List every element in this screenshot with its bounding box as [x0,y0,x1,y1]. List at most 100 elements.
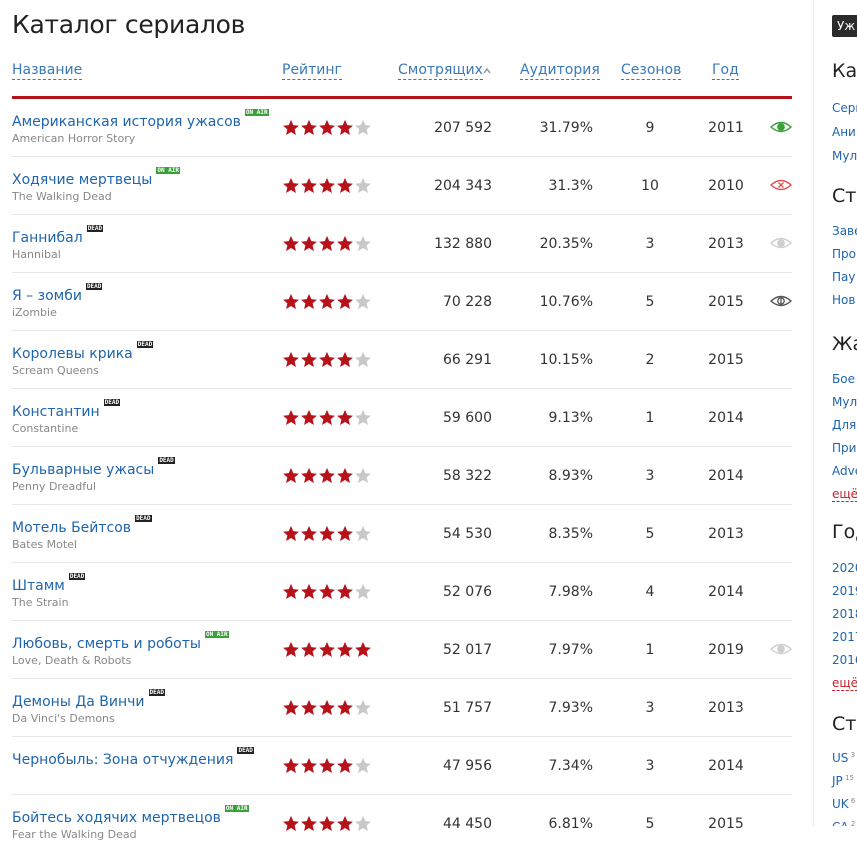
show-title-link[interactable]: Чернобыль: Зона отчуждения [12,752,233,768]
column-header-name[interactable]: Название [12,62,83,80]
column-header-rating[interactable]: Рейтинг [282,62,342,80]
seasons-count: 2 [645,352,655,368]
show-title-link[interactable]: Мотель Бейтсов [12,520,131,536]
star-icon [301,351,317,368]
sidebar-filter-label: Мул [832,149,857,163]
sidebar-section-heading: Год [832,521,857,543]
star-icon [319,699,335,716]
sidebar-filter-label: 2020 [832,561,857,575]
seasons-count: 3 [645,758,655,774]
release-year: 2011 [708,120,744,136]
star-icon [355,235,371,252]
show-title-link[interactable]: Бульварные ужасы [12,462,154,478]
star-icon [319,235,335,252]
sidebar-filter-link[interactable]: JP 15 [832,774,854,788]
sidebar-filter-link[interactable]: 2018 [832,607,857,621]
sort-ascending-icon[interactable] [483,67,491,75]
rating-stars [282,583,372,601]
show-title-link[interactable]: Я – зомби [12,288,82,304]
audience-percent: 8.35% [548,526,593,542]
sidebar-filter-label: 2017 [832,630,857,644]
sidebar-filter-link[interactable]: 2019 [832,584,857,598]
sidebar-filter-link[interactable]: UK 6 [832,797,855,811]
show-title-link[interactable]: Демоны Да Винчи [12,694,145,710]
show-name-cell: Демоны Да ВинчиDEAD Da Vinci's Demons [12,689,282,725]
seasons-count: 9 [645,120,655,136]
sidebar-filter-link[interactable]: CA 2 [832,820,855,826]
sidebar-filter-link[interactable]: При [832,441,856,455]
audience-percent: 10.76% [539,294,593,310]
star-icon [283,409,299,426]
table-row: Бульварные ужасы DEAD Penny Dreadful 58 322… [12,447,792,505]
seasons-count: 3 [645,700,655,716]
seasons-count: 3 [645,236,655,252]
sidebar-filter-label: Мул [832,395,857,409]
sidebar-filter-label: Ани [832,125,856,139]
release-year: 2019 [708,642,744,658]
rating-stars [282,467,372,485]
rating-stars [282,293,372,311]
column-header-viewers[interactable]: Смотрящих [398,62,483,80]
star-icon [283,177,299,194]
sidebar-filter-link[interactable]: Пау [832,270,855,284]
eye-icon[interactable] [770,236,792,250]
sidebar-filter-link[interactable]: Adve [832,464,857,478]
sidebar-filter-link[interactable]: Мул [832,149,857,163]
column-header-seasons[interactable]: Сезонов [621,62,682,80]
sidebar-filter-link[interactable]: 2016 [832,653,857,667]
star-icon [337,235,353,252]
sidebar-filter-link[interactable]: Мул [832,395,857,409]
show-original-title: iZombie [12,306,57,319]
viewers-count: 70 228 [443,294,492,310]
status-badge: DEAD [158,457,175,464]
sidebar-filter-link[interactable]: Бое [832,372,855,386]
audience-percent: 31.3% [548,178,593,194]
eye-icon[interactable] [770,178,792,192]
star-icon [337,583,353,600]
release-year: 2013 [708,700,744,716]
sidebar-filter-link[interactable]: 2017 [832,630,857,644]
show-title-link[interactable]: Ганнибал [12,230,83,246]
show-title-link[interactable]: Константин [12,404,100,420]
eye-icon[interactable] [770,120,792,134]
show-title-link[interactable]: Штамм [12,578,65,594]
show-title-link[interactable]: Американская история ужасов [12,114,241,130]
sidebar-filter-label: Бое [832,372,855,386]
sidebar-filter-link[interactable]: Сери [832,101,857,115]
sidebar-filter-link[interactable]: 2020 [832,561,857,575]
sidebar-filter-count: 15 [842,774,854,782]
sidebar-show-more-link[interactable]: ещё [832,676,857,691]
column-header-year[interactable]: Год [712,62,739,80]
star-icon [355,177,371,194]
sidebar-filter-link[interactable]: Нов [832,293,855,307]
show-name-cell: Королевы крикаDEAD Scream Queens [12,341,282,377]
star-icon [283,583,299,600]
rating-stars [282,235,372,253]
star-icon [355,119,371,136]
sidebar-filter-count: 3 [848,751,856,759]
star-icon [319,641,335,658]
eye-icon[interactable] [770,294,792,308]
sidebar-filter-link[interactable]: Ани [832,125,856,139]
sidebar-filter-link[interactable]: Про [832,247,856,261]
show-title-link[interactable]: Бойтесь ходячих мертвецов [12,810,221,826]
sidebar-show-more-link[interactable]: ещё [832,487,857,502]
table-row: Американская история ужасовON AIR America… [12,99,792,157]
viewers-count: 207 592 [434,120,492,136]
sidebar-filter-link[interactable]: Заве [832,224,857,238]
sidebar-filter-label: Нов [832,293,856,307]
star-icon [301,409,317,426]
rating-stars [282,757,372,775]
sidebar-filter-link[interactable]: US 3 [832,751,855,765]
show-title-link[interactable]: Любовь, смерть и роботы [12,636,201,652]
show-title-link[interactable]: Королевы крика [12,346,133,362]
show-title-link[interactable]: Ходячие мертвецы [12,172,152,188]
sidebar-filter-link[interactable]: Для [832,418,856,432]
star-icon [283,119,299,136]
eye-icon[interactable] [770,642,792,656]
seasons-count: 4 [645,584,655,600]
column-header-audience[interactable]: Аудитория [520,62,600,80]
sidebar-section-heading: Стр [832,713,857,735]
release-year: 2010 [708,178,744,194]
filter-sidebar: Уж Ка Сери Ани Мул Ста Заве Про Пау Нов Жа Бое Мул Дл… [814,0,857,826]
